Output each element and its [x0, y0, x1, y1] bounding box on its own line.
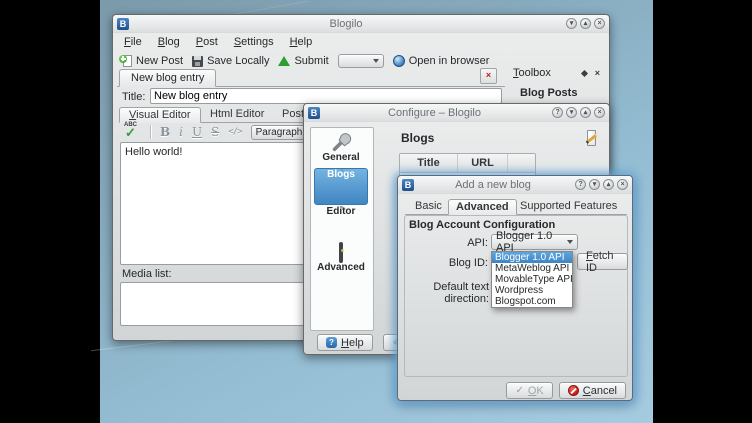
chevron-down-icon: [567, 240, 573, 244]
sidebar-item-general[interactable]: General: [314, 130, 368, 167]
formatting-toolbar: ABC ✓ B i U S </> Paragraph: [123, 123, 317, 141]
blogilo-logo-icon: B: [402, 179, 414, 191]
tab-new-blog-entry[interactable]: New blog entry: [119, 69, 216, 87]
tab-supported-features[interactable]: Supported Features: [513, 199, 624, 215]
close-icon[interactable]: ×: [594, 18, 605, 29]
globe-icon: [393, 55, 405, 67]
bold-button[interactable]: B: [160, 124, 170, 140]
dialog-button-row: ✓ OK Cancel: [506, 382, 626, 399]
close-icon[interactable]: ×: [594, 107, 605, 118]
advanced-screen-icon: [339, 242, 343, 263]
check-icon: ✓: [515, 386, 523, 396]
window-title: Blogilo: [129, 18, 563, 30]
menu-post[interactable]: Post: [189, 35, 225, 50]
sidebar-item-blogs[interactable]: Blogs: [314, 168, 368, 205]
save-locally-button[interactable]: Save Locally: [192, 55, 269, 67]
api-select[interactable]: Blogger 1.0 API: [491, 234, 578, 250]
page-title: Blogs: [401, 131, 434, 145]
save-icon: [192, 56, 203, 67]
option-wordpress[interactable]: Wordpress: [492, 285, 572, 296]
open-in-browser-button[interactable]: Open in browser: [393, 55, 490, 67]
column-title: Title: [400, 154, 458, 172]
ok-button[interactable]: ✓ OK: [506, 382, 552, 399]
desktop: B Blogilo ▾ ▴ × File Blog Post Settings …: [100, 0, 653, 423]
help-icon[interactable]: ?: [575, 179, 586, 190]
submit-icon: [278, 56, 290, 66]
toolbar-separator: [150, 125, 151, 139]
submit-button[interactable]: Submit: [278, 55, 328, 67]
menu-file[interactable]: File: [117, 35, 149, 50]
close-icon[interactable]: ×: [595, 68, 600, 78]
cancel-button[interactable]: Cancel: [559, 382, 626, 399]
blog-select-dropdown[interactable]: [338, 54, 384, 68]
post-title-label: Title:: [122, 91, 145, 103]
screen: B Blogilo ▾ ▴ × File Blog Post Settings …: [0, 0, 752, 423]
code-button[interactable]: </>: [228, 124, 241, 140]
blogilo-logo-icon: B: [117, 18, 129, 30]
close-icon[interactable]: ×: [617, 179, 628, 190]
add-blog-tab-bar: Basic Advanced Supported Features: [405, 198, 627, 215]
column-url: URL: [458, 154, 508, 172]
main-titlebar[interactable]: B Blogilo ▾ ▴ ×: [113, 15, 609, 33]
media-list-label: Media list:: [122, 268, 172, 280]
option-blogspot[interactable]: Blogspot.com: [492, 296, 572, 307]
toolbox-title: Toolbox: [513, 67, 551, 79]
chevron-down-icon: [373, 59, 379, 63]
option-metaweblog-api[interactable]: MetaWeblog API: [492, 263, 572, 274]
dialog-title: Add a new blog: [414, 179, 572, 191]
configure-titlebar[interactable]: B Configure – Blogilo ? ▾ ▴ ×: [304, 104, 609, 122]
api-label: API:: [408, 237, 488, 249]
fetch-id-button[interactable]: Fetch ID: [577, 253, 628, 270]
text-direction-label: Default text direction:: [404, 281, 489, 305]
toolbox-header: Toolbox ×: [513, 67, 603, 81]
blog-posts-heading: Blog Posts: [520, 87, 577, 99]
sidebar-item-advanced[interactable]: Advanced: [314, 244, 368, 281]
api-dropdown-list: Blogger 1.0 API MetaWeblog API MovableTy…: [491, 251, 573, 308]
minimize-icon[interactable]: ▾: [566, 18, 577, 29]
italic-button[interactable]: i: [179, 124, 183, 140]
float-icon[interactable]: [581, 70, 588, 77]
spellcheck-button[interactable]: ABC ✓: [123, 124, 141, 141]
underline-button[interactable]: U: [192, 124, 202, 140]
add-blog-dialog: B Add a new blog ? ▾ ▴ × Basic Advanced …: [397, 175, 633, 401]
tab-advanced[interactable]: Advanced: [448, 199, 517, 215]
minimize-icon[interactable]: ▾: [589, 179, 600, 190]
dialog-title: Configure – Blogilo: [320, 107, 549, 119]
help-icon[interactable]: ?: [552, 107, 563, 118]
check-icon: ✓: [125, 125, 136, 141]
maximize-icon[interactable]: ▴: [580, 107, 591, 118]
menu-blog[interactable]: Blog: [151, 35, 187, 50]
tab-close-icon[interactable]: ×: [480, 68, 497, 84]
minimize-icon[interactable]: ▾: [566, 107, 577, 118]
maximize-icon[interactable]: ▴: [603, 179, 614, 190]
menubar: File Blog Post Settings Help: [117, 35, 319, 50]
help-icon: ?: [326, 337, 337, 348]
new-post-icon: [119, 55, 132, 68]
cancel-icon: [568, 385, 579, 396]
strikethrough-button[interactable]: S: [211, 124, 219, 140]
table-header-row: Title URL: [400, 154, 535, 173]
menu-help[interactable]: Help: [283, 35, 320, 50]
sidebar-item-editor[interactable]: Editor: [314, 206, 368, 243]
document-tab-bar: New blog entry ×: [117, 68, 505, 87]
menu-settings[interactable]: Settings: [227, 35, 281, 50]
maximize-icon[interactable]: ▴: [580, 18, 591, 29]
add-blog-titlebar[interactable]: B Add a new blog ? ▾ ▴ ×: [398, 176, 632, 194]
blogilo-logo-icon: B: [308, 107, 320, 119]
option-blogger-api[interactable]: Blogger 1.0 API: [492, 252, 572, 263]
tab-html-editor[interactable]: Html Editor: [201, 107, 273, 123]
new-post-button[interactable]: New Post: [119, 55, 183, 68]
post-title-input[interactable]: [150, 88, 502, 104]
configure-sidebar: General Blogs Editor Advanced: [310, 127, 374, 331]
wrench-icon: [314, 130, 368, 152]
page-header-icon: [584, 130, 600, 147]
help-button[interactable]: ? Help: [317, 334, 373, 351]
blog-id-label: Blog ID:: [408, 257, 488, 269]
option-movabletype-api[interactable]: MovableType API: [492, 274, 572, 285]
tab-basic[interactable]: Basic: [408, 199, 449, 215]
